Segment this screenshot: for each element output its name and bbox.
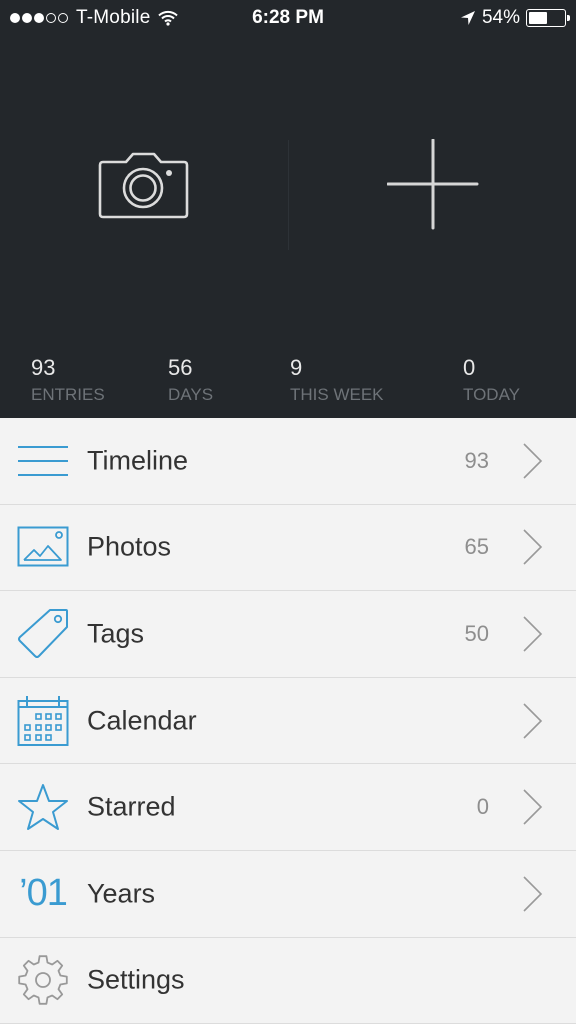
menu-count: 50 bbox=[464, 620, 489, 646]
camera-icon bbox=[98, 152, 189, 219]
menu-item-tags[interactable]: Tags 50 bbox=[0, 591, 576, 678]
chevron-right-icon bbox=[523, 529, 543, 565]
menu-label: Starred bbox=[87, 791, 176, 822]
add-entry-button[interactable] bbox=[290, 110, 576, 260]
battery-nub bbox=[567, 15, 570, 21]
star-icon bbox=[17, 781, 69, 833]
menu-label: Calendar bbox=[87, 705, 197, 736]
header-divider bbox=[288, 140, 289, 250]
plus-icon bbox=[387, 139, 479, 230]
stat-label: ENTRIES bbox=[31, 385, 105, 404]
battery-icon bbox=[526, 9, 570, 27]
chevron-right-icon bbox=[523, 443, 543, 479]
gear-outline bbox=[18, 955, 68, 1006]
status-bar: T-Mobile 6:28 PM 54% bbox=[0, 0, 576, 38]
stat-value: 9 bbox=[290, 355, 303, 380]
menu-item-calendar[interactable]: Calendar bbox=[0, 677, 576, 765]
stat-label: TODAY bbox=[463, 385, 520, 404]
years-icon-text: ’01 bbox=[19, 872, 68, 915]
chevron-right-icon bbox=[523, 876, 543, 912]
chevron-right-icon bbox=[523, 703, 543, 739]
menu-list: Timeline 93 Photos 65 Tags 50 Calendar S… bbox=[0, 418, 576, 1024]
chevron-right-icon bbox=[523, 789, 543, 825]
menu-item-years[interactable]: ’01 Years bbox=[0, 850, 576, 938]
stat-this-week[interactable]: 9 THIS WEEK bbox=[290, 355, 384, 407]
stat-value: 56 bbox=[168, 355, 193, 380]
gear-icon bbox=[17, 954, 69, 1006]
menu-count: 93 bbox=[464, 447, 489, 473]
chevron-right-icon bbox=[523, 616, 543, 652]
stat-label: THIS WEEK bbox=[290, 385, 384, 404]
stat-entries[interactable]: 93 ENTRIES bbox=[31, 355, 105, 407]
menu-item-photos[interactable]: Photos 65 bbox=[0, 504, 576, 592]
photos-icon bbox=[17, 521, 69, 573]
tag-icon bbox=[17, 608, 69, 660]
menu-label: Years bbox=[87, 878, 156, 909]
header: T-Mobile 6:28 PM 54% 93 ENTRIES 56 DAYS … bbox=[0, 0, 576, 418]
menu-label: Photos bbox=[87, 531, 172, 562]
stat-days[interactable]: 56 DAYS bbox=[168, 355, 213, 407]
status-right: 54% bbox=[460, 7, 570, 29]
location-arrow-icon bbox=[460, 11, 475, 25]
battery-percent: 54% bbox=[481, 7, 520, 28]
menu-label: Tags bbox=[87, 618, 145, 649]
menu-label: Timeline bbox=[87, 445, 189, 476]
battery-fill bbox=[529, 12, 548, 24]
menu-item-settings[interactable]: Settings bbox=[0, 937, 576, 1024]
stat-value: 93 bbox=[31, 355, 56, 380]
years-icon: ’01 bbox=[17, 868, 69, 920]
menu-count: 0 bbox=[476, 794, 489, 820]
stats-bar: 93 ENTRIES 56 DAYS 9 THIS WEEK 0 TODAY bbox=[0, 355, 576, 415]
menu-item-starred[interactable]: Starred 0 bbox=[0, 764, 576, 851]
gear-hub bbox=[35, 972, 51, 989]
timeline-icon bbox=[17, 435, 69, 487]
menu-count: 65 bbox=[464, 534, 489, 560]
stat-label: DAYS bbox=[168, 385, 214, 404]
stat-value: 0 bbox=[463, 355, 476, 380]
stat-today[interactable]: 0 TODAY bbox=[463, 355, 520, 407]
camera-button[interactable] bbox=[0, 110, 288, 260]
calendar-icon bbox=[17, 695, 69, 747]
menu-label: Settings bbox=[87, 964, 185, 995]
menu-item-timeline[interactable]: Timeline 93 bbox=[0, 418, 576, 505]
